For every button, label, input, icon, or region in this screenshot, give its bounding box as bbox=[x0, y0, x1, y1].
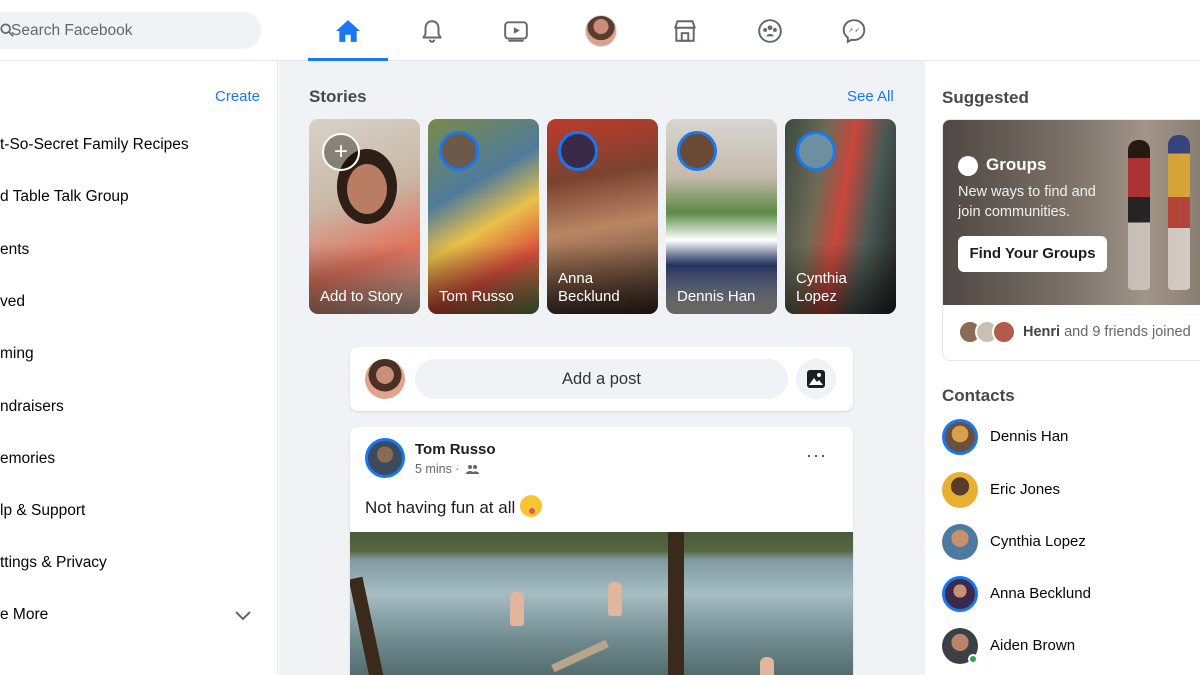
create-link[interactable]: Create bbox=[215, 88, 260, 105]
story-label: Tom Russo bbox=[439, 288, 515, 305]
story-card-add[interactable]: + Add to Story bbox=[309, 119, 420, 314]
post-text: Not having fun at all bbox=[365, 495, 543, 518]
more-options-icon[interactable]: ··· bbox=[806, 445, 827, 466]
contacts-title: Contacts bbox=[942, 386, 1015, 405]
groups-suggestion-card: Groups New ways to find and join communi… bbox=[942, 119, 1200, 361]
story-label: Dennis Han bbox=[677, 288, 756, 305]
contact-name: Cynthia Lopez bbox=[990, 533, 1086, 550]
add-post-input[interactable]: Add a post bbox=[415, 359, 788, 399]
groups-title: Groups bbox=[986, 155, 1047, 174]
photo-icon bbox=[807, 370, 825, 388]
post-text-content: Not having fun at all bbox=[365, 498, 516, 517]
online-status-indicator bbox=[968, 654, 978, 664]
stories-title: Stories bbox=[309, 87, 367, 106]
right-sidebar: Suggested Groups New ways to find and jo… bbox=[926, 61, 1200, 675]
story-card-anna-becklund[interactable]: Anna Becklund bbox=[547, 119, 658, 314]
nav-groups[interactable] bbox=[730, 0, 810, 61]
post-author[interactable]: Tom Russo bbox=[415, 441, 496, 458]
nav-profile[interactable] bbox=[561, 0, 641, 61]
jumping-person bbox=[510, 592, 524, 626]
friend-name: Henri bbox=[1023, 324, 1061, 340]
avatar[interactable] bbox=[365, 438, 405, 478]
tree-trunk bbox=[350, 576, 386, 675]
avatar bbox=[942, 576, 978, 612]
add-story-icon[interactable]: + bbox=[322, 133, 360, 171]
tongue-emoji-icon bbox=[520, 495, 543, 517]
sidebar-item-settings-privacy[interactable]: ttings & Privacy bbox=[0, 554, 107, 572]
post-photo[interactable] bbox=[350, 532, 853, 675]
contact-name: Eric Jones bbox=[990, 481, 1061, 498]
groups-icon bbox=[758, 18, 782, 43]
left-sidebar: Create t-So-Secret Family Recipes d Tabl… bbox=[0, 61, 278, 675]
avatar bbox=[942, 419, 978, 455]
story-avatar bbox=[439, 131, 479, 171]
dock bbox=[551, 639, 609, 673]
find-your-groups-button[interactable]: Find Your Groups bbox=[958, 236, 1107, 272]
avatar bbox=[942, 472, 978, 508]
story-card-cynthia-lopez[interactable]: Cynthia Lopez bbox=[785, 119, 896, 314]
post-timestamp: 5 mins · bbox=[415, 462, 479, 476]
avatar bbox=[942, 524, 978, 560]
video-icon bbox=[504, 20, 528, 42]
post-time: 5 mins · bbox=[415, 462, 460, 476]
search-bar[interactable]: Search Facebook bbox=[0, 12, 261, 49]
bell-icon bbox=[422, 19, 442, 43]
sidebar-item-events[interactable]: ents bbox=[0, 241, 29, 259]
contact-name: Anna Becklund bbox=[990, 585, 1091, 602]
see-all-link[interactable]: See All bbox=[847, 88, 894, 105]
sidebar-item-saved[interactable]: ved bbox=[0, 293, 25, 311]
contact-name: Dennis Han bbox=[990, 428, 1069, 445]
sidebar-item-help-support[interactable]: lp & Support bbox=[0, 502, 85, 520]
nav-home[interactable] bbox=[308, 0, 388, 61]
marketplace-icon bbox=[674, 19, 696, 42]
home-icon bbox=[336, 19, 360, 42]
jumping-person bbox=[760, 657, 774, 675]
nav-notifications[interactable] bbox=[392, 0, 472, 61]
story-avatar bbox=[677, 131, 717, 171]
news-feed: Stories See All + Add to Story Tom Russo… bbox=[279, 61, 925, 675]
groups-cover-image: Groups New ways to find and join communi… bbox=[943, 120, 1200, 305]
friends-audience-icon bbox=[465, 465, 479, 474]
groups-friends-row: Henri and 9 friends joined bbox=[943, 305, 1200, 360]
feed-post: Tom Russo 5 mins · ··· Not having fun at… bbox=[350, 427, 853, 675]
tree-trunk bbox=[668, 532, 684, 675]
friends-count-text: and 9 friends joined bbox=[1064, 324, 1191, 340]
avatar bbox=[992, 320, 1016, 344]
sidebar-item-gaming[interactable]: ming bbox=[0, 345, 34, 363]
contact-name: Aiden Brown bbox=[990, 637, 1076, 654]
story-label: Add to Story bbox=[320, 288, 403, 305]
sidebar-item-see-more[interactable]: e More bbox=[0, 606, 48, 624]
nav-watch[interactable] bbox=[476, 0, 556, 61]
messenger-icon bbox=[842, 18, 866, 44]
jumping-person bbox=[608, 582, 622, 616]
story-card-dennis-han[interactable]: Dennis Han bbox=[666, 119, 777, 314]
friends-joined-text: Henri and 9 friends joined bbox=[1023, 324, 1191, 340]
story-face bbox=[347, 164, 387, 214]
sidebar-item-table-talk[interactable]: d Table Talk Group bbox=[0, 188, 129, 206]
story-card-tom-russo[interactable]: Tom Russo bbox=[428, 119, 539, 314]
sidebar-item-memories[interactable]: emories bbox=[0, 450, 55, 468]
top-navigation-bar: Search Facebook bbox=[0, 0, 1200, 61]
groups-description: New ways to find and join communities. bbox=[958, 184, 1096, 220]
search-input[interactable]: Search Facebook bbox=[11, 22, 133, 40]
story-label: Cynthia Lopez bbox=[796, 270, 847, 305]
nav-marketplace[interactable] bbox=[645, 0, 725, 61]
story-avatar bbox=[796, 131, 836, 171]
suggested-title: Suggested bbox=[942, 88, 1029, 107]
story-avatar bbox=[558, 131, 598, 171]
photo-button[interactable] bbox=[796, 359, 836, 399]
avatar bbox=[585, 14, 617, 47]
nav-messenger[interactable] bbox=[814, 0, 894, 61]
story-label: Anna Becklund bbox=[558, 270, 620, 305]
post-composer: Add a post bbox=[350, 347, 853, 411]
avatar bbox=[365, 359, 405, 399]
sidebar-item-fundraisers[interactable]: ndraisers bbox=[0, 398, 64, 416]
sidebar-item-family-recipes[interactable]: t-So-Secret Family Recipes bbox=[0, 136, 189, 154]
groups-icon bbox=[958, 156, 978, 176]
chevron-down-icon[interactable] bbox=[234, 610, 252, 622]
